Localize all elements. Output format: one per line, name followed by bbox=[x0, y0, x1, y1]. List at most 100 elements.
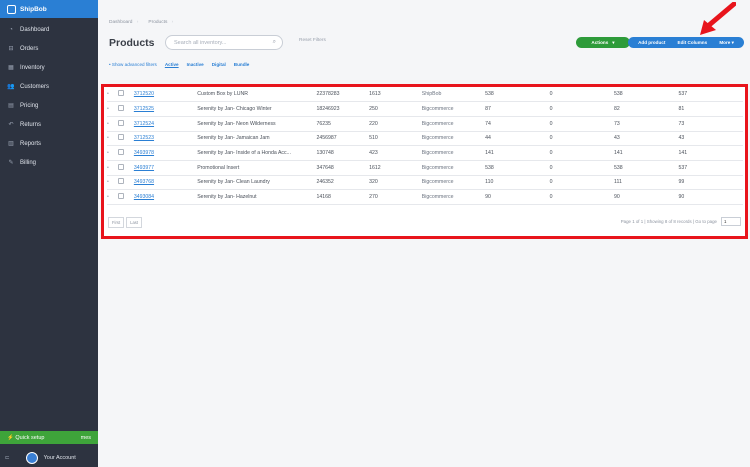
sidebar-item-customers[interactable]: 👥 Customers bbox=[0, 77, 98, 96]
cell-name: Promotional Insert bbox=[197, 160, 317, 176]
cell-size: 1612 bbox=[369, 160, 422, 176]
breadcrumb: Dashboard Products bbox=[109, 20, 173, 25]
sidebar-item-label: Inventory bbox=[20, 64, 45, 71]
cell-sku[interactable]: 3493768 bbox=[133, 175, 198, 191]
row-checkbox-cell bbox=[112, 175, 134, 191]
cell-n3: 141 bbox=[614, 145, 679, 161]
row-checkbox-cell bbox=[112, 87, 134, 103]
cell-sku[interactable]: 3493977 bbox=[133, 160, 198, 176]
cell-n1: 141 bbox=[485, 145, 550, 161]
add-product-button[interactable]: Add product bbox=[638, 40, 665, 45]
cell-n3: 538 bbox=[614, 160, 679, 176]
row-checkbox[interactable] bbox=[118, 193, 125, 200]
tab-digital[interactable]: Digital bbox=[212, 62, 226, 67]
table-row[interactable]: • 3712523 Serenity by Jan- Jamaican Jam 245… bbox=[107, 131, 743, 147]
cell-n4: 73 bbox=[678, 116, 743, 132]
go-to-page-input[interactable] bbox=[721, 217, 741, 226]
products-table: • 3712520 Custom Box by LUNR 22378283 1613 Sh… bbox=[107, 87, 743, 205]
sidebar-item-label: Orders bbox=[20, 45, 39, 52]
row-checkbox[interactable] bbox=[118, 119, 125, 126]
show-advanced-filters-link[interactable]: • Show advanced filters bbox=[109, 62, 157, 67]
gauge-icon: ◔ bbox=[9, 26, 13, 33]
sidebar-item-billing[interactable]: ✎ Billing bbox=[0, 153, 98, 172]
sidebar-item-orders[interactable]: ⊟ Orders bbox=[0, 39, 98, 58]
sidebar-item-reports[interactable]: ▥ Reports bbox=[0, 134, 98, 153]
actions-button[interactable]: Actions ▾ bbox=[576, 37, 630, 48]
breadcrumb-dashboard[interactable]: Dashboard bbox=[109, 20, 138, 25]
cell-n4: 99 bbox=[678, 175, 743, 191]
first-page-button[interactable]: First bbox=[108, 217, 125, 228]
cell-sku[interactable]: 3493084 bbox=[133, 189, 198, 205]
sidebar-item-label: Billing bbox=[20, 159, 37, 166]
search-input[interactable]: Search all inventory... ⌕ bbox=[165, 35, 283, 50]
table-row[interactable]: • 3712525 Serenity by Jan- Chicago Winter 1… bbox=[107, 101, 743, 117]
row-checkbox-cell bbox=[112, 116, 134, 132]
row-checkbox[interactable] bbox=[118, 105, 125, 112]
table-row[interactable]: • 3712524 Serenity by Jan- Neon Wilderness… bbox=[107, 116, 743, 132]
row-checkbox[interactable] bbox=[118, 134, 125, 141]
cell-n4: 537 bbox=[678, 160, 743, 176]
cell-barcode: 14168 bbox=[316, 189, 370, 205]
shipbob-logo-icon bbox=[7, 4, 16, 14]
cell-sku[interactable]: 3712523 bbox=[133, 131, 198, 147]
main-content: Dashboard Products Products Search all i… bbox=[98, 0, 750, 467]
sidebar-item-label: Returns bbox=[20, 121, 42, 128]
edit-columns-button[interactable]: Edit Columns bbox=[678, 40, 708, 45]
cell-n2: 0 bbox=[549, 189, 615, 205]
search-icon[interactable]: ⌕ bbox=[273, 39, 276, 46]
cell-n3: 82 bbox=[614, 101, 679, 117]
reset-filters-link[interactable]: Reset Filters bbox=[299, 38, 326, 43]
users-icon: 👥 bbox=[7, 84, 15, 90]
cell-n3: 111 bbox=[614, 175, 679, 191]
cell-sku[interactable]: 3493978 bbox=[133, 145, 198, 161]
account-label: Your Account bbox=[43, 455, 76, 461]
brand-logo[interactable]: ShipBob bbox=[0, 0, 98, 18]
table-row[interactable]: • 3493084 Serenity by Jan- Hazelnut 14168 27… bbox=[107, 189, 743, 205]
account-menu[interactable]: ⊏ Your Account bbox=[0, 449, 98, 467]
quick-setup-bar[interactable]: ⚡ Quick setup mes bbox=[0, 431, 98, 444]
cell-sku[interactable]: 3712524 bbox=[133, 116, 198, 132]
cell-sku[interactable]: 3712525 bbox=[133, 101, 198, 117]
cell-n2: 0 bbox=[549, 116, 615, 132]
cell-sku[interactable]: 3712520 bbox=[133, 87, 198, 103]
cell-n1: 44 bbox=[485, 131, 550, 147]
cell-name: Serenity by Jan- Neon Wilderness bbox=[197, 116, 317, 132]
sidebar-item-dashboard[interactable]: ◔ Dashboard bbox=[0, 20, 98, 39]
tab-inactive[interactable]: Inactive bbox=[187, 62, 204, 67]
cell-size: 320 bbox=[369, 175, 422, 191]
more-button[interactable]: More ▾ bbox=[719, 40, 734, 46]
page-info: Page 1 of 1 | Showing 8 of 8 records | G… bbox=[621, 217, 741, 226]
row-checkbox[interactable] bbox=[118, 178, 125, 185]
breadcrumb-products[interactable]: Products bbox=[148, 20, 173, 25]
row-checkbox[interactable] bbox=[118, 90, 125, 97]
cell-n4: 81 bbox=[678, 101, 743, 117]
table-row[interactable]: • 3493978 Serenity by Jan- Inside of a Hon… bbox=[107, 145, 743, 161]
page-title: Products bbox=[109, 37, 155, 49]
sidebar-item-inventory[interactable]: ▦ Inventory bbox=[0, 58, 98, 77]
chart-icon: ▥ bbox=[8, 141, 14, 147]
table-row[interactable]: • 3712520 Custom Box by LUNR 22378283 1613 Sh… bbox=[107, 87, 743, 103]
cell-n2: 0 bbox=[549, 87, 615, 103]
cell-name: Serenity by Jan- Hazelnut bbox=[197, 189, 317, 205]
sidebar-toggle-icon[interactable]: ⊏ bbox=[5, 455, 10, 461]
row-checkbox[interactable] bbox=[118, 163, 125, 170]
row-checkbox[interactable] bbox=[118, 149, 125, 156]
cell-name: Serenity by Jan- Inside of a Honda Acc..… bbox=[197, 145, 317, 161]
cell-channel: Bigcommerce bbox=[421, 175, 486, 191]
table-row[interactable]: • 3493768 Serenity by Jan- Clean Laundry 24… bbox=[107, 175, 743, 191]
cell-barcode: 2456987 bbox=[316, 131, 370, 147]
cell-size: 423 bbox=[369, 145, 422, 161]
cell-n2: 0 bbox=[549, 160, 615, 176]
toolbar-buttons: Add product Edit Columns More ▾ bbox=[628, 37, 744, 48]
table-row[interactable]: • 3493977 Promotional Insert 347648 1612 Bigc… bbox=[107, 160, 743, 176]
quick-setup-label: ⚡ Quick setup bbox=[7, 434, 45, 441]
tab-active[interactable]: Active bbox=[165, 62, 179, 67]
box-icon: ▦ bbox=[8, 65, 14, 71]
sidebar-item-returns[interactable]: ↶ Returns bbox=[0, 115, 98, 134]
row-checkbox-cell bbox=[112, 131, 134, 147]
page-info-text: Page 1 of 1 | Showing 8 of 8 records | G… bbox=[620, 219, 717, 224]
sidebar-item-pricing[interactable]: ▤ Pricing bbox=[0, 96, 98, 115]
tab-bundle[interactable]: Bundle bbox=[234, 62, 250, 67]
sidebar: ShipBob ◔ Dashboard ⊟ Orders ▦ Inventory 👥 Cust… bbox=[0, 0, 98, 467]
last-page-button[interactable]: Last bbox=[126, 217, 143, 228]
